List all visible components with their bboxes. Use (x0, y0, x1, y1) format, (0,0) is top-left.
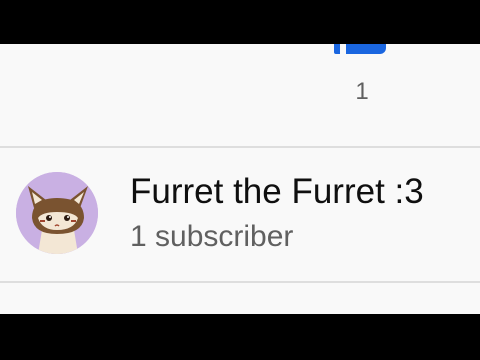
letterbox-top (0, 0, 480, 44)
furret-avatar-icon (16, 172, 98, 254)
channel-avatar[interactable] (16, 172, 98, 254)
divider (0, 281, 480, 283)
letterbox-bottom (0, 314, 480, 360)
like-count: 1 (355, 78, 369, 105)
app-screen: 1 Furret the Furret:3 1 subscriber (0, 44, 480, 314)
subscriber-count: 1 subscriber (130, 220, 294, 253)
thumbs-up-icon[interactable] (334, 44, 386, 54)
like-section: 1 (0, 44, 480, 146)
channel-row[interactable]: Furret the Furret :3 1 subscriber (0, 148, 480, 281)
channel-name[interactable]: Furret the Furret :3 (130, 172, 424, 212)
